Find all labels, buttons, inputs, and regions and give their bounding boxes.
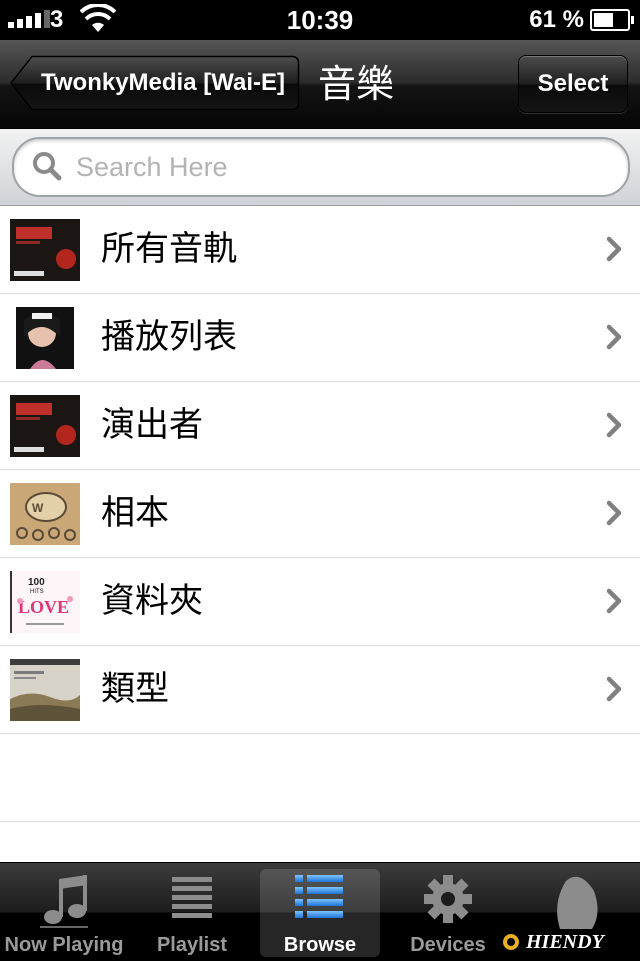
- status-bar: 3 10:39 61 %: [0, 0, 640, 40]
- album-art-thumbnail: [10, 307, 80, 369]
- back-button[interactable]: TwonkyMedia [Wai-E]: [10, 55, 300, 111]
- tab-label: Playlist: [156, 934, 228, 956]
- album-art-thumbnail: [10, 659, 80, 721]
- empty-list-row: [0, 734, 640, 822]
- battery-icon: [590, 9, 634, 31]
- chevron-right-icon: [606, 676, 622, 702]
- tab-devices[interactable]: Devices: [384, 863, 512, 961]
- select-button[interactable]: Select: [518, 55, 628, 113]
- album-art-thumbnail: [10, 219, 80, 281]
- tab-now-playing[interactable]: Now Playing: [0, 863, 128, 961]
- tab-label: Browse: [283, 934, 357, 956]
- music-note-icon: [40, 875, 88, 928]
- list-item-playlists[interactable]: 播放列表: [0, 294, 640, 382]
- tab-bar: Now Playing Playlist Browse Devices HIEN…: [0, 862, 640, 961]
- page-title: 音樂: [318, 62, 395, 106]
- chevron-right-icon: [606, 236, 622, 262]
- svg-text:HITS: HITS: [30, 589, 44, 595]
- search-icon: [33, 152, 62, 181]
- list-item-label: 所有音軌: [101, 229, 237, 269]
- chevron-right-icon: [606, 324, 622, 350]
- album-art-thumbnail: W: [10, 483, 80, 545]
- list-item-folders[interactable]: 100 HITS LOVE 資料夾: [0, 558, 640, 646]
- watermark-icon: [501, 932, 521, 952]
- svg-text:W: W: [32, 501, 44, 515]
- list-item-label: 資料夾: [101, 581, 203, 621]
- tab-label: Devices: [410, 934, 486, 956]
- chevron-right-icon: [606, 588, 622, 614]
- svg-text:LOVE: LOVE: [18, 597, 69, 617]
- album-art-thumbnail: [10, 395, 80, 457]
- list-item-artists[interactable]: 演出者: [0, 382, 640, 470]
- gear-icon: [424, 875, 472, 923]
- browse-list-icon: [295, 875, 343, 918]
- more-icon: [557, 876, 598, 929]
- chevron-right-icon: [606, 412, 622, 438]
- list-icon: [172, 877, 212, 918]
- navigation-bar: TwonkyMedia [Wai-E] 音樂 Select: [0, 40, 640, 129]
- tab-label: Now Playing: [4, 934, 124, 956]
- tab-browse[interactable]: Browse: [256, 863, 384, 961]
- back-button-label: TwonkyMedia [Wai-E]: [40, 69, 285, 96]
- list-item-label: 相本: [101, 493, 169, 533]
- chevron-right-icon: [606, 500, 622, 526]
- list-item-label: 演出者: [101, 405, 203, 445]
- list-item-genres[interactable]: 類型: [0, 646, 640, 734]
- list-item-label: 播放列表: [101, 317, 237, 357]
- battery-percentage: 61 %: [529, 6, 584, 33]
- search-input[interactable]: [76, 139, 596, 195]
- list-item-all-tracks[interactable]: 所有音軌: [0, 206, 640, 294]
- watermark-logo: HIENDY: [500, 927, 636, 957]
- search-field[interactable]: [12, 137, 630, 197]
- watermark-text: HIENDY: [526, 930, 604, 953]
- browse-list: 所有音軌 播放列表 演出者 W 相本 100 HITS LOVE 資料夾 類型: [0, 206, 640, 822]
- album-art-thumbnail: 100 HITS LOVE: [10, 571, 80, 633]
- tab-playlist[interactable]: Playlist: [128, 863, 256, 961]
- list-item-albums[interactable]: W 相本: [0, 470, 640, 558]
- list-item-label: 類型: [101, 669, 169, 709]
- svg-text:100: 100: [28, 577, 45, 588]
- search-bar: [0, 129, 640, 206]
